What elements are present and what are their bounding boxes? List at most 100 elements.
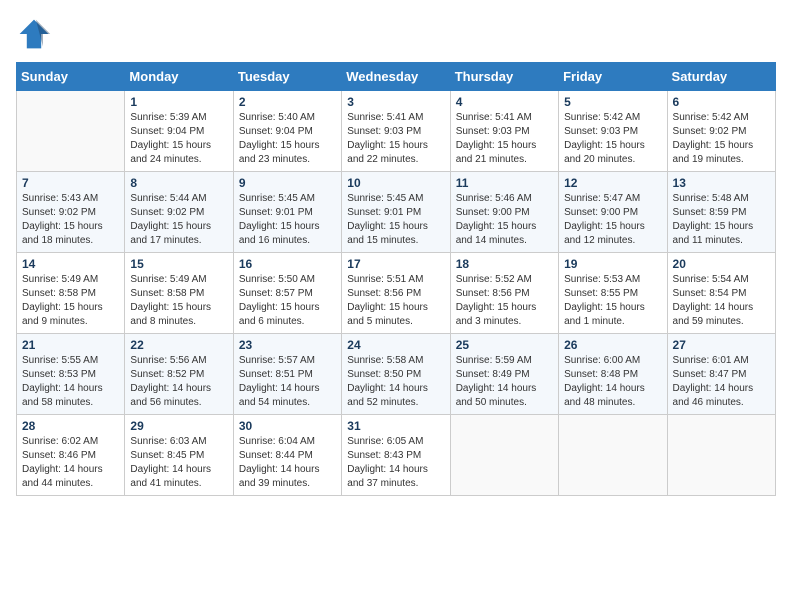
day-info: Sunrise: 5:44 AM Sunset: 9:02 PM Dayligh… [130, 192, 227, 248]
logo-icon [16, 16, 52, 52]
day-cell: 14 Sunrise: 5:49 AM Sunset: 8:58 PM Dayli… [17, 253, 125, 334]
day-number: 8 [130, 176, 227, 190]
day-cell: 1 Sunrise: 5:39 AM Sunset: 9:04 PM Daylig… [125, 91, 233, 172]
day-cell: 20 Sunrise: 5:54 AM Sunset: 8:54 PM Dayli… [667, 253, 775, 334]
day-cell: 11Sunrise: 5:46 AM Sunset: 9:00 PM Dayli… [450, 172, 558, 253]
day-cell: 4Sunrise: 5:41 AM Sunset: 9:03 PM Daylig… [450, 91, 558, 172]
week-row-5: 28 Sunrise: 6:02 AM Sunset: 8:46 PM Dayli… [17, 415, 776, 496]
day-info: Sunrise: 5:42 AM Sunset: 9:02 PM Dayligh… [673, 111, 770, 167]
day-info: Sunrise: 5:41 AM Sunset: 9:03 PM Dayligh… [347, 111, 444, 167]
header-cell-wednesday: Wednesday [342, 63, 450, 91]
day-info: Sunrise: 5:58 AM Sunset: 8:50 PM Dayligh… [347, 354, 444, 410]
day-number: 5 [564, 95, 661, 109]
calendar-header: SundayMondayTuesdayWednesdayThursdayFrid… [17, 63, 776, 91]
week-row-3: 14 Sunrise: 5:49 AM Sunset: 8:58 PM Dayli… [17, 253, 776, 334]
day-number: 23 [239, 338, 336, 352]
day-number: 26 [564, 338, 661, 352]
day-number: 10 [347, 176, 444, 190]
day-cell [667, 415, 775, 496]
day-number: 6 [673, 95, 770, 109]
day-number: 25 [456, 338, 553, 352]
day-number: 19 [564, 257, 661, 271]
day-number: 17 [347, 257, 444, 271]
day-cell: 12 Sunrise: 5:47 AM Sunset: 9:00 PM Dayli… [559, 172, 667, 253]
day-cell: 29 Sunrise: 6:03 AM Sunset: 8:45 PM Dayli… [125, 415, 233, 496]
day-cell: 5Sunrise: 5:42 AM Sunset: 9:03 PM Daylig… [559, 91, 667, 172]
day-info: Sunrise: 5:53 AM Sunset: 8:55 PM Dayligh… [564, 273, 661, 329]
day-info: Sunrise: 5:43 AM Sunset: 9:02 PM Dayligh… [22, 192, 119, 248]
day-info: Sunrise: 5:52 AM Sunset: 8:56 PM Dayligh… [456, 273, 553, 329]
day-cell: 30Sunrise: 6:04 AM Sunset: 8:44 PM Dayli… [233, 415, 341, 496]
day-number: 12 [564, 176, 661, 190]
day-number: 7 [22, 176, 119, 190]
day-info: Sunrise: 5:49 AM Sunset: 8:58 PM Dayligh… [22, 273, 119, 329]
day-cell: 7 Sunrise: 5:43 AM Sunset: 9:02 PM Daylig… [17, 172, 125, 253]
day-number: 27 [673, 338, 770, 352]
header-cell-thursday: Thursday [450, 63, 558, 91]
day-number: 1 [130, 95, 227, 109]
day-cell: 27 Sunrise: 6:01 AM Sunset: 8:47 PM Dayli… [667, 334, 775, 415]
day-cell: 28 Sunrise: 6:02 AM Sunset: 8:46 PM Dayli… [17, 415, 125, 496]
day-cell: 21 Sunrise: 5:55 AM Sunset: 8:53 PM Dayli… [17, 334, 125, 415]
day-number: 29 [130, 419, 227, 433]
day-cell [17, 91, 125, 172]
day-number: 4 [456, 95, 553, 109]
day-number: 31 [347, 419, 444, 433]
day-number: 2 [239, 95, 336, 109]
day-cell: 10Sunrise: 5:45 AM Sunset: 9:01 PM Dayli… [342, 172, 450, 253]
day-cell: 18 Sunrise: 5:52 AM Sunset: 8:56 PM Dayli… [450, 253, 558, 334]
day-info: Sunrise: 6:01 AM Sunset: 8:47 PM Dayligh… [673, 354, 770, 410]
header-cell-friday: Friday [559, 63, 667, 91]
day-cell: 9 Sunrise: 5:45 AM Sunset: 9:01 PM Daylig… [233, 172, 341, 253]
day-info: Sunrise: 6:03 AM Sunset: 8:45 PM Dayligh… [130, 435, 227, 491]
day-number: 9 [239, 176, 336, 190]
day-info: Sunrise: 5:47 AM Sunset: 9:00 PM Dayligh… [564, 192, 661, 248]
header-cell-sunday: Sunday [17, 63, 125, 91]
page-header [16, 16, 776, 52]
day-cell: 16Sunrise: 5:50 AM Sunset: 8:57 PM Dayli… [233, 253, 341, 334]
day-info: Sunrise: 5:55 AM Sunset: 8:53 PM Dayligh… [22, 354, 119, 410]
day-info: Sunrise: 6:04 AM Sunset: 8:44 PM Dayligh… [239, 435, 336, 491]
day-number: 14 [22, 257, 119, 271]
day-info: Sunrise: 5:39 AM Sunset: 9:04 PM Dayligh… [130, 111, 227, 167]
day-number: 3 [347, 95, 444, 109]
day-cell: 22 Sunrise: 5:56 AM Sunset: 8:52 PM Dayli… [125, 334, 233, 415]
day-info: Sunrise: 5:45 AM Sunset: 9:01 PM Dayligh… [239, 192, 336, 248]
day-number: 15 [130, 257, 227, 271]
day-cell: 23 Sunrise: 5:57 AM Sunset: 8:51 PM Dayli… [233, 334, 341, 415]
day-number: 21 [22, 338, 119, 352]
day-cell [559, 415, 667, 496]
day-cell: 15 Sunrise: 5:49 AM Sunset: 8:58 PM Dayli… [125, 253, 233, 334]
day-cell: 25 Sunrise: 5:59 AM Sunset: 8:49 PM Dayli… [450, 334, 558, 415]
day-info: Sunrise: 5:49 AM Sunset: 8:58 PM Dayligh… [130, 273, 227, 329]
day-cell: 13 Sunrise: 5:48 AM Sunset: 8:59 PM Dayli… [667, 172, 775, 253]
day-number: 11 [456, 176, 553, 190]
day-info: Sunrise: 5:59 AM Sunset: 8:49 PM Dayligh… [456, 354, 553, 410]
header-cell-tuesday: Tuesday [233, 63, 341, 91]
week-row-1: 1 Sunrise: 5:39 AM Sunset: 9:04 PM Daylig… [17, 91, 776, 172]
day-info: Sunrise: 6:00 AM Sunset: 8:48 PM Dayligh… [564, 354, 661, 410]
calendar-table: SundayMondayTuesdayWednesdayThursdayFrid… [16, 62, 776, 496]
week-row-4: 21 Sunrise: 5:55 AM Sunset: 8:53 PM Dayli… [17, 334, 776, 415]
day-cell: 24Sunrise: 5:58 AM Sunset: 8:50 PM Dayli… [342, 334, 450, 415]
day-info: Sunrise: 6:02 AM Sunset: 8:46 PM Dayligh… [22, 435, 119, 491]
day-number: 18 [456, 257, 553, 271]
day-cell: 31Sunrise: 6:05 AM Sunset: 8:43 PM Dayli… [342, 415, 450, 496]
day-cell: 6 Sunrise: 5:42 AM Sunset: 9:02 PM Daylig… [667, 91, 775, 172]
day-info: Sunrise: 5:51 AM Sunset: 8:56 PM Dayligh… [347, 273, 444, 329]
header-cell-saturday: Saturday [667, 63, 775, 91]
day-info: Sunrise: 5:48 AM Sunset: 8:59 PM Dayligh… [673, 192, 770, 248]
calendar-body: 1 Sunrise: 5:39 AM Sunset: 9:04 PM Daylig… [17, 91, 776, 496]
day-number: 28 [22, 419, 119, 433]
day-info: Sunrise: 5:54 AM Sunset: 8:54 PM Dayligh… [673, 273, 770, 329]
day-cell: 17 Sunrise: 5:51 AM Sunset: 8:56 PM Dayli… [342, 253, 450, 334]
day-number: 20 [673, 257, 770, 271]
day-info: Sunrise: 5:57 AM Sunset: 8:51 PM Dayligh… [239, 354, 336, 410]
day-cell: 19 Sunrise: 5:53 AM Sunset: 8:55 PM Dayli… [559, 253, 667, 334]
day-number: 16 [239, 257, 336, 271]
day-number: 13 [673, 176, 770, 190]
day-info: Sunrise: 5:56 AM Sunset: 8:52 PM Dayligh… [130, 354, 227, 410]
day-cell: 8 Sunrise: 5:44 AM Sunset: 9:02 PM Daylig… [125, 172, 233, 253]
day-number: 22 [130, 338, 227, 352]
day-cell: 2Sunrise: 5:40 AM Sunset: 9:04 PM Daylig… [233, 91, 341, 172]
